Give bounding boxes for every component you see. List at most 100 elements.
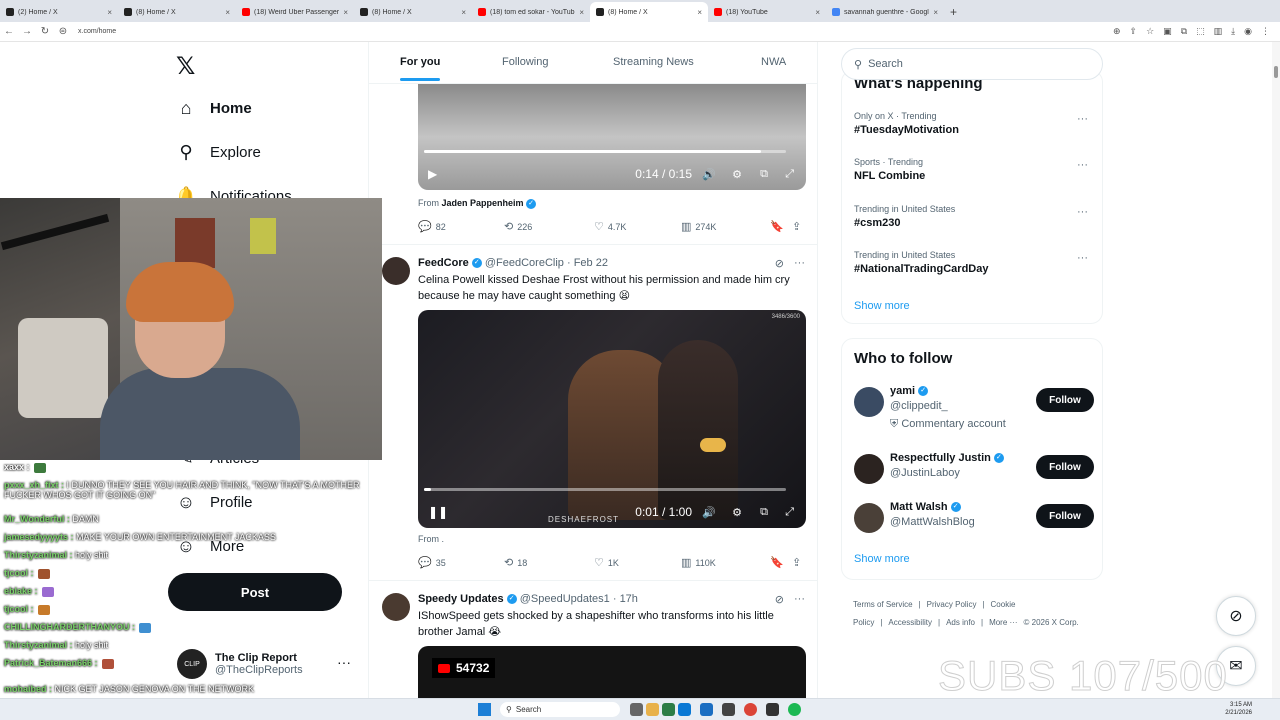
share-button[interactable]: ⇪ [792,556,801,569]
follow-button[interactable]: Follow [1036,504,1094,528]
app-icon[interactable] [722,703,735,716]
app-icon[interactable] [662,703,675,716]
more-icon[interactable]: ··· [1077,159,1088,171]
back-icon[interactable]: ← [0,26,18,37]
fullscreen-icon[interactable]: ⤢ [785,168,794,181]
repost-button[interactable]: ⟲ 226 [504,220,532,233]
browser-tab[interactable]: (8) Home / X × [118,2,236,22]
avatar[interactable] [854,503,884,533]
grok-button[interactable]: ⊘ [1216,596,1256,636]
pause-icon[interactable]: ❚❚ [428,505,448,519]
views-button[interactable]: ▥ 110K [681,556,716,569]
nav-item-explore[interactable]: ⚲ Explore [176,142,260,162]
close-icon[interactable]: × [461,8,466,17]
close-icon[interactable]: × [343,8,348,17]
tab-nwa[interactable]: NWA [761,56,786,68]
repost-button[interactable]: ⟲ 18 [504,556,527,569]
footer-link[interactable]: Terms of Service [853,600,913,609]
extension-icon[interactable]: ⬚ [1196,26,1205,37]
video-player[interactable]: 54732 [418,646,806,698]
menu-icon[interactable]: ⋮ [1261,26,1270,37]
more-icon[interactable]: ··· [794,593,805,606]
profile-icon[interactable]: ◉ [1244,26,1252,37]
close-icon[interactable]: × [225,8,230,17]
forward-icon[interactable]: → [18,26,36,37]
footer-link[interactable]: Accessibility [888,618,932,627]
downloads-icon[interactable]: ⤓ [1231,26,1235,37]
browser-tab[interactable]: savannah guenthre - Google Se × [826,2,944,22]
footer-link[interactable]: © 2026 X Corp. [1024,618,1079,627]
from-name[interactable]: Jaden Pappenheim [442,198,524,208]
pip-icon[interactable]: ⧉ [760,506,768,519]
post-date[interactable]: · 17h [613,593,638,605]
more-icon[interactable]: ··· [1077,206,1088,218]
windows-start-icon[interactable] [478,703,491,716]
fullscreen-icon[interactable]: ⤢ [785,506,794,519]
browser-tab[interactable]: (18) Weird Uber Passenger Rati× [236,2,354,22]
follow-suggestion[interactable]: Matt Walsh ✓ @MattWalshBlog Follow [854,501,1094,541]
tab-for-you[interactable]: For you [400,56,441,81]
browser-tab[interactable]: (2) Home / X × [0,2,118,22]
footer-link[interactable]: More ··· [989,618,1017,627]
follow-button[interactable]: Follow [1036,455,1094,479]
more-icon[interactable]: ··· [1077,252,1088,264]
tab-following[interactable]: Following [502,56,548,68]
reload-icon[interactable]: ↻ [36,26,54,37]
trend-item[interactable]: Trending in United States #csm230 ··· [854,204,1094,229]
settings-icon[interactable]: ⚙ [732,168,742,181]
avatar[interactable] [854,387,884,417]
close-icon[interactable]: × [579,8,584,17]
like-button[interactable]: ♡ 1K [594,556,619,569]
author-handle[interactable]: @FeedCoreClip [485,257,564,269]
search-input[interactable]: ⚲ Search [841,48,1103,80]
avatar[interactable] [854,454,884,484]
grok-icon[interactable]: ⊘ [775,593,784,606]
system-clock[interactable]: 3:15 AM 2/21/2026 [1225,701,1252,717]
browser-tab[interactable]: (18) tom ed sokar - YouTube × [472,2,590,22]
obs-icon[interactable] [766,703,779,716]
spotify-icon[interactable] [788,703,801,716]
footer-link[interactable]: Ads info [946,618,975,627]
views-button[interactable]: ▥ 274K [681,220,716,233]
file-explorer-icon[interactable] [646,703,659,716]
bookmark-button[interactable]: 🔖 [770,556,784,569]
video-player[interactable]: ▶ 0:14 / 0:15 🔊 ⚙ ⧉ ⤢ [418,84,806,190]
url-field[interactable]: x.com/home [78,28,116,35]
author-name[interactable]: Speedy Updates [418,593,504,605]
footer-link[interactable]: Privacy Policy [927,600,977,609]
close-icon[interactable]: × [815,8,820,17]
reply-button[interactable]: 💬 35 [418,556,446,569]
play-icon[interactable]: ▶ [428,167,437,181]
like-button[interactable]: ♡ 4.7K [594,220,626,233]
edge-icon[interactable] [678,703,691,716]
nav-item-home[interactable]: ⌂ Home [176,98,252,118]
video-player[interactable]: 3486/3600 DESHAEFROST ❚❚ 0:01 / 1:00 🔊 ⚙… [418,310,806,528]
star-icon[interactable]: ☆ [1146,26,1154,37]
author-handle[interactable]: @SpeedUpdates1 [520,593,610,605]
browser-tab[interactable]: (8) Home / X × [354,2,472,22]
author-name[interactable]: FeedCore [418,257,469,269]
pip-icon[interactable]: ⧉ [760,168,768,181]
grok-icon[interactable]: ⊘ [775,257,784,270]
close-icon[interactable]: × [933,8,938,17]
avatar[interactable] [382,257,410,285]
taskbar-search[interactable]: ⚲ Search [500,702,620,717]
video-progress-bar[interactable] [424,150,786,153]
browser-tab[interactable]: (18) YouTube × [708,2,826,22]
extension-icon[interactable]: ▣ [1163,26,1172,37]
chrome-icon[interactable] [744,703,757,716]
zoom-icon[interactable]: ⊕ [1113,26,1121,37]
show-more-link[interactable]: Show more [854,553,910,565]
video-progress-bar[interactable] [424,488,786,491]
volume-icon[interactable]: 🔊 [702,506,716,519]
follow-suggestion[interactable]: Respectfully Justin ✓ @JustinLaboy Follo… [854,452,1094,492]
follow-button[interactable]: Follow [1036,388,1094,412]
scrollbar[interactable] [1272,42,1280,698]
reply-button[interactable]: 💬 82 [418,220,446,233]
scrollbar-thumb[interactable] [1274,66,1278,78]
bookmark-button[interactable]: 🔖 [770,220,784,233]
task-view-icon[interactable] [630,703,643,716]
more-icon[interactable]: ··· [1077,113,1088,125]
show-more-link[interactable]: Show more [854,300,910,312]
new-tab-icon[interactable]: + [944,2,963,22]
